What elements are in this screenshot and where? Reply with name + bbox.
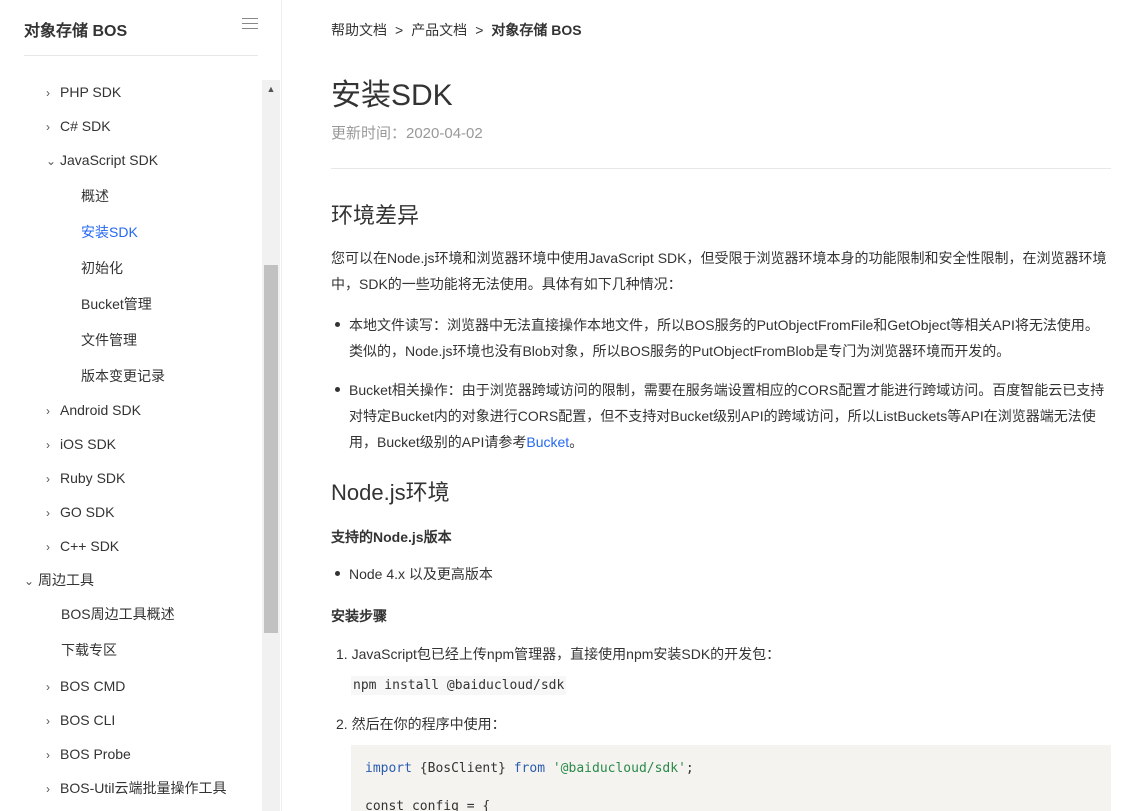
sidebar-item-label: C++ SDK <box>60 538 120 554</box>
code-keyword-import: import <box>365 761 412 776</box>
chevron-down-icon: ⌄ <box>24 574 35 588</box>
chevron-down-icon: ⌄ <box>46 154 57 168</box>
breadcrumb: 帮助文档 > 产品文档 > 对象存储 BOS <box>331 20 582 40</box>
chevron-right-icon: › <box>46 540 50 554</box>
divider <box>331 168 1111 169</box>
install-steps-label: 安装步骤 <box>331 608 387 624</box>
breadcrumb-separator: > <box>395 22 404 38</box>
sidebar-item[interactable]: › Android SDK <box>46 393 141 427</box>
supported-versions-label: 支持的Node.js版本 <box>331 529 452 545</box>
chevron-right-icon: › <box>46 782 50 796</box>
bucket-link[interactable]: Bucket <box>526 434 569 450</box>
sidebar-item[interactable]: › iOS SDK <box>46 427 116 461</box>
sidebar: 对象存储 BOS › PHP SDK › C# SDK ⌄ JavaScript SDK 概… <box>0 0 282 811</box>
sidebar-item-label: 下载专区 <box>61 642 117 658</box>
bullet-bucket-ops: Bucket相关操作：由于浏览器跨域访问的限制，需要在服务端设置相应的CORS配… <box>335 377 1111 455</box>
sidebar-item[interactable]: 初始化 <box>81 251 123 285</box>
sidebar-item[interactable]: › BOS CLI <box>46 703 115 737</box>
sidebar-item-label: 概述 <box>81 188 109 204</box>
chevron-right-icon: › <box>46 680 50 694</box>
sidebar-item-label: 文件管理 <box>81 332 137 348</box>
sidebar-item[interactable]: ⌄ 周边工具 <box>24 563 94 597</box>
intro-paragraph: 您可以在Node.js环境和浏览器环境中使用JavaScript SDK，但受限… <box>331 250 1107 292</box>
sidebar-item[interactable]: 下载专区 <box>61 633 117 667</box>
bullet-local-file: 本地文件读写：浏览器中无法直接操作本地文件，所以BOS服务的PutObjectF… <box>335 312 1111 364</box>
section-heading-nodejs: Node.js环境 <box>331 480 450 505</box>
code-block: import {BosClient} from '@baiducloud/sdk… <box>351 745 1111 811</box>
sidebar-item-label: 版本变更记录 <box>81 368 165 384</box>
sidebar-item-label: JavaScript SDK <box>60 152 159 168</box>
sidebar-item-label: 初始化 <box>81 260 123 276</box>
sidebar-item[interactable]: › Ruby SDK <box>46 461 125 495</box>
sidebar-item[interactable]: 安装SDK <box>81 215 138 249</box>
bullet-bucket-text: Bucket相关操作：由于浏览器跨域访问的限制，需要在服务端设置相应的CORS配… <box>349 382 1105 450</box>
code-semicolon: ; <box>685 761 694 776</box>
scrollbar-thumb[interactable] <box>264 265 278 633</box>
sidebar-item[interactable]: BOS周边工具概述 <box>61 597 175 631</box>
chevron-right-icon: › <box>46 86 50 100</box>
sidebar-item[interactable]: 概述 <box>81 179 109 213</box>
sidebar-item-label: BOS Probe <box>60 746 131 762</box>
sidebar-item-label: BOS CLI <box>60 712 116 728</box>
bullet-bucket-end: 。 <box>569 434 584 450</box>
code-module-string: '@baiducloud/sdk' <box>552 761 686 776</box>
sidebar-item[interactable]: ⌄ JavaScript SDK <box>46 143 158 177</box>
breadcrumb-separator: > <box>475 22 484 38</box>
sidebar-item-label: Android SDK <box>60 402 141 418</box>
scroll-up-arrow-icon[interactable]: ▲ <box>262 80 280 98</box>
sidebar-item-label: 周边工具 <box>38 572 94 588</box>
breadcrumb-help-docs[interactable]: 帮助文档 <box>331 22 387 38</box>
sidebar-item-label: C# SDK <box>60 118 111 134</box>
sidebar-item-label: iOS SDK <box>60 436 117 452</box>
sidebar-item-label: GO SDK <box>60 504 115 520</box>
sidebar-scrollbar[interactable]: ▲ <box>262 80 280 811</box>
sidebar-item-label: PHP SDK <box>60 84 122 100</box>
sidebar-header: 对象存储 BOS <box>24 0 258 56</box>
page-title: 安装SDK <box>331 79 453 112</box>
chevron-right-icon: › <box>46 404 50 418</box>
sidebar-item-label: Bucket管理 <box>81 296 152 312</box>
sidebar-title: 对象存储 BOS <box>24 23 128 40</box>
code-line-config: const config = { <box>365 799 491 811</box>
sidebar-item[interactable]: › C++ SDK <box>46 529 119 563</box>
sidebar-item[interactable]: › BOS CMD <box>46 669 125 703</box>
sidebar-item-label: BOS CMD <box>60 678 126 694</box>
chevron-right-icon: › <box>46 120 50 134</box>
npm-install-code: npm install @baiducloud/sdk <box>351 676 567 695</box>
breadcrumb-product-docs[interactable]: 产品文档 <box>411 22 467 38</box>
sidebar-item-label: Ruby SDK <box>60 470 126 486</box>
chevron-right-icon: › <box>46 748 50 762</box>
code-keyword-from: from <box>513 761 546 776</box>
sidebar-item[interactable]: › BOS-Util云端批量操作工具 <box>46 771 226 805</box>
sidebar-item-label: BOS-Util云端批量操作工具 <box>60 780 227 796</box>
sidebar-tree: › PHP SDK › C# SDK ⌄ JavaScript SDK 概述 安装SDK 初始化… <box>0 75 262 811</box>
sidebar-item[interactable]: › C# SDK <box>46 109 111 143</box>
update-time: 更新时间：2020-04-02 <box>331 125 483 142</box>
sidebar-item[interactable]: Bucket管理 <box>81 287 152 321</box>
chevron-right-icon: › <box>46 472 50 486</box>
chevron-right-icon: › <box>46 438 50 452</box>
code-import-names: {BosClient} <box>411 761 514 776</box>
sidebar-item[interactable]: › BOS Probe <box>46 737 131 771</box>
step-2: 2. 然后在你的程序中使用： <box>336 716 506 732</box>
step-1: 1. JavaScript包已经上传npm管理器，直接使用npm安装SDK的开发… <box>336 646 781 662</box>
main-content: 帮助文档 > 产品文档 > 对象存储 BOS 安装SDK 更新时间：2020-04-02… <box>331 0 1111 811</box>
sidebar-item[interactable]: 文件管理 <box>81 323 137 357</box>
sidebar-item-label: BOS周边工具概述 <box>61 606 175 622</box>
sidebar-item-label: 安装SDK <box>81 224 138 240</box>
sidebar-item[interactable]: 版本变更记录 <box>81 359 165 393</box>
chevron-right-icon: › <box>46 506 50 520</box>
sidebar-item[interactable]: › GO SDK <box>46 495 114 529</box>
breadcrumb-current: 对象存储 BOS <box>491 22 582 38</box>
hamburger-menu-icon[interactable] <box>242 18 258 32</box>
code-line-import: import {BosClient} from '@baiducloud/sdk… <box>365 761 1097 799</box>
section-heading-env-diff: 环境差异 <box>331 203 420 228</box>
version-item: Node 4.x 以及更高版本 <box>335 561 1111 587</box>
chevron-right-icon: › <box>46 714 50 728</box>
sidebar-item[interactable]: › PHP SDK <box>46 75 121 109</box>
